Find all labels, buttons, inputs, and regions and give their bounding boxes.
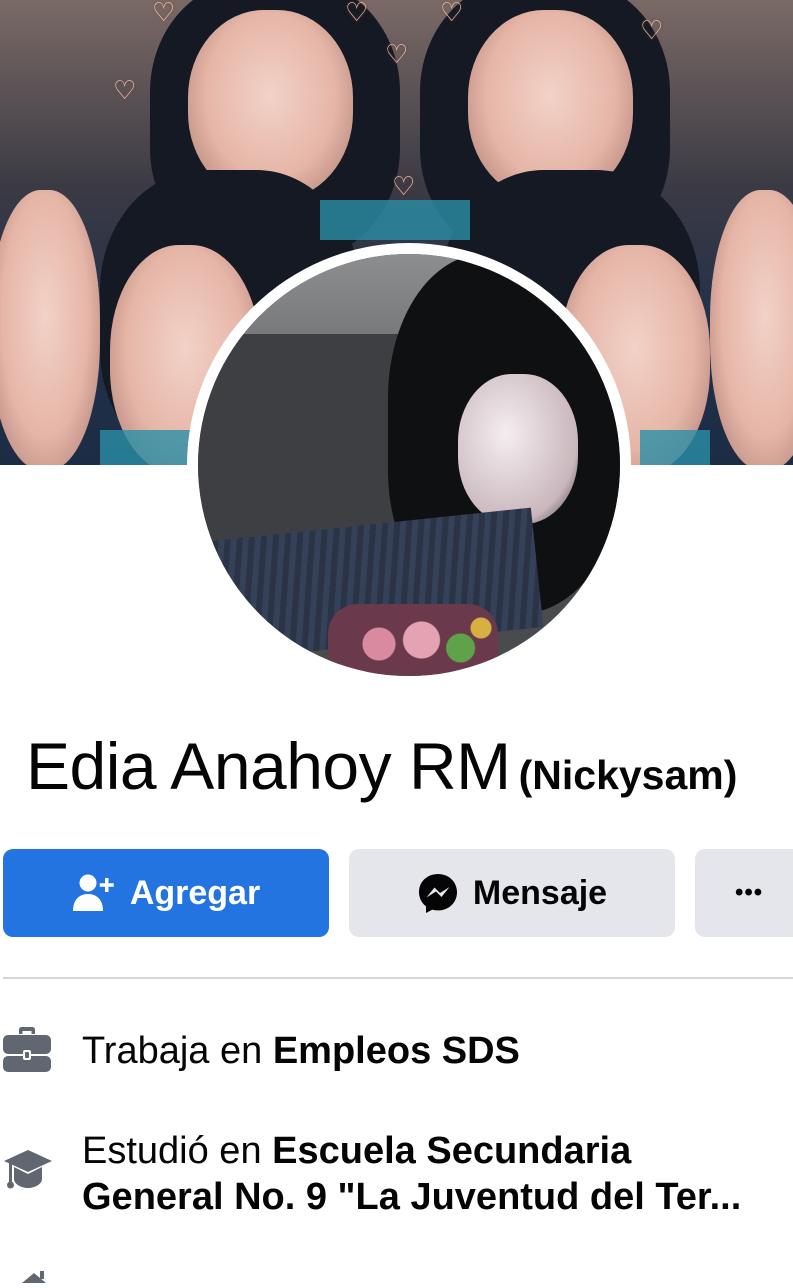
profile-name: Edia Anahoy RM (Nickysam) [26, 728, 737, 804]
message-label: Mensaje [472, 873, 608, 912]
message-button[interactable]: Mensaje [349, 849, 675, 937]
more-options-icon: ••• [735, 879, 764, 906]
cover-photo-detail [640, 430, 710, 465]
profile-nickname: (Nickysam) [518, 752, 738, 798]
add-friend-icon [72, 873, 116, 913]
divider [3, 977, 793, 979]
education-place-line2[interactable]: General No. 9 "La Juventud del Ter... [82, 1174, 741, 1220]
work-place-link[interactable]: Empleos SDS [273, 1030, 520, 1072]
heart-icon: ♡ [113, 76, 137, 106]
education-text: Estudió en Escuela Secundaria General No… [82, 1128, 741, 1220]
heart-icon: ♡ [345, 0, 369, 28]
avatar-detail [328, 604, 498, 676]
heart-icon: ♡ [640, 16, 664, 46]
profile-name-text: Edia Anahoy RM [26, 729, 511, 803]
cover-photo-detail [710, 190, 793, 465]
work-prefix: Trabaja en [82, 1030, 273, 1072]
add-friend-label: Agregar [129, 873, 261, 912]
more-options-button[interactable]: ••• [695, 849, 793, 937]
briefcase-icon [3, 1026, 51, 1077]
heart-icon: ♡ [440, 0, 464, 28]
add-friend-button[interactable]: Agregar [3, 849, 329, 937]
cover-photo-detail [100, 430, 190, 465]
cover-photo-detail [320, 200, 470, 240]
heart-icon: ♡ [392, 172, 416, 202]
avatar-detail [458, 374, 578, 524]
work-text: Trabaja en Empleos SDS [82, 1028, 520, 1074]
heart-icon: ♡ [152, 0, 176, 28]
avatar[interactable] [198, 254, 620, 676]
messenger-icon [417, 872, 459, 914]
cover-photo-detail [0, 190, 100, 465]
home-icon [22, 1270, 46, 1288]
education-prefix: Estudió en [82, 1130, 273, 1172]
heart-icon: ♡ [385, 40, 409, 70]
education-place-link[interactable]: Escuela Secundaria [272, 1130, 631, 1172]
graduation-cap-icon [3, 1146, 53, 1199]
